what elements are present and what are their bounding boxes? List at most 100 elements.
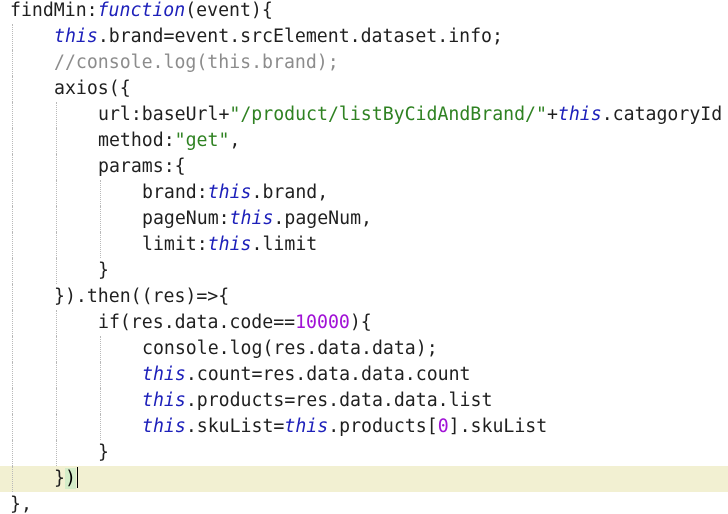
indent-guide: [12, 76, 14, 102]
indent-guide: [100, 336, 102, 362]
indent-guide: [12, 284, 14, 310]
code-text: this.products=res.data.data.list: [142, 388, 492, 414]
code-line[interactable]: params:{: [0, 154, 728, 180]
code-token: axios({: [54, 78, 131, 99]
code-token: 10000: [295, 312, 350, 333]
code-text: brand:this.brand,: [142, 180, 328, 206]
code-text: axios({: [54, 76, 131, 102]
code-line[interactable]: this.products=res.data.data.list: [0, 388, 728, 414]
code-line[interactable]: method:"get",: [0, 128, 728, 154]
indent-guide: [12, 258, 14, 284]
code-line[interactable]: url:baseUrl+"/product/listByCidAndBrand/…: [0, 102, 728, 128]
code-text: }: [98, 258, 109, 284]
code-token: .brand,: [251, 182, 329, 203]
code-token: :: [86, 0, 98, 21]
indent-guide: [56, 154, 58, 180]
indent-guide: [56, 336, 58, 362]
code-token: ){: [349, 312, 372, 333]
code-token: findMin: [10, 0, 87, 21]
code-line[interactable]: axios({: [0, 76, 728, 102]
code-token: limit:: [142, 234, 208, 255]
indent-guide: [12, 128, 14, 154]
code-token: "get": [174, 130, 230, 151]
code-text: //console.log(this.brand);: [54, 50, 339, 76]
code-token: .catagoryId: [601, 104, 723, 125]
code-text: limit:this.limit: [142, 232, 317, 258]
indent-guide: [12, 310, 14, 336]
code-line[interactable]: if(res.data.code==10000){: [0, 310, 728, 336]
code-token: function: [97, 0, 186, 21]
indent-guide: [12, 24, 14, 50]
code-line[interactable]: this.skuList=this.products[0].skuList: [0, 414, 728, 440]
code-line[interactable]: }: [0, 440, 728, 466]
code-text: params:{: [98, 154, 186, 180]
code-token: +: [546, 104, 558, 125]
indent-guide: [12, 154, 14, 180]
code-token: .products[: [328, 416, 438, 437]
indent-guide: [56, 180, 58, 206]
text-cursor: [76, 467, 78, 488]
code-text: }).then((res)=>{: [54, 284, 229, 310]
code-line[interactable]: pageNum:this.pageNum,: [0, 206, 728, 232]
code-token: this: [284, 416, 329, 437]
indent-guide: [12, 336, 14, 362]
code-line[interactable]: }): [0, 466, 728, 492]
code-token: this: [557, 104, 602, 125]
code-text: }): [54, 466, 78, 492]
code-line[interactable]: this.count=res.data.data.count: [0, 362, 728, 388]
code-token: }: [98, 442, 109, 463]
code-text: }: [98, 440, 109, 466]
code-text: findMin:function(event){: [10, 0, 273, 24]
code-token: pageNum:: [142, 208, 230, 229]
code-token: this: [142, 390, 186, 411]
code-line[interactable]: }: [0, 258, 728, 284]
indent-guide: [12, 232, 14, 258]
indent-guide: [56, 388, 58, 414]
code-token: }: [54, 468, 65, 489]
indent-guide: [100, 362, 102, 388]
indent-guide: [12, 466, 14, 492]
code-token: if(res.data.code==: [98, 312, 296, 333]
code-token: this: [207, 234, 252, 255]
code-token: (res)=>{: [141, 286, 230, 307]
indent-guide: [56, 206, 58, 232]
code-text: this.skuList=this.products[0].skuList: [142, 414, 547, 440]
indent-guide: [56, 232, 58, 258]
code-line[interactable]: brand:this.brand,: [0, 180, 728, 206]
indent-guide: [56, 102, 58, 128]
indent-guide: [12, 102, 14, 128]
code-text: url:baseUrl+"/product/listByCidAndBrand/…: [98, 102, 722, 128]
code-token: url:baseUrl+: [98, 104, 230, 125]
indent-guide: [100, 232, 102, 258]
indent-guide: [100, 180, 102, 206]
code-token: method:: [98, 130, 175, 151]
code-line[interactable]: this.brand=event.srcElement.dataset.info…: [0, 24, 728, 50]
code-token: },: [10, 494, 32, 514]
indent-guide: [12, 440, 14, 466]
code-token: "/product/listByCidAndBrand/": [229, 104, 547, 125]
code-line[interactable]: findMin:function(event){: [0, 0, 728, 24]
code-token: this: [142, 416, 186, 437]
code-token: this: [229, 208, 274, 229]
code-token: .count=res.data.data.count: [185, 364, 471, 385]
code-token: ): [64, 468, 76, 489]
code-text: console.log(res.data.data);: [142, 336, 438, 362]
indent-guide: [12, 414, 14, 440]
code-text: this.count=res.data.data.count: [142, 362, 471, 388]
code-token: console.log(res.data.data);: [142, 338, 438, 359]
code-line[interactable]: console.log(res.data.data);: [0, 336, 728, 362]
code-token: (event){: [185, 0, 273, 21]
code-token: .brand=event.srcElement.dataset.info;: [97, 26, 503, 47]
code-editor[interactable]: findMin:function(event){this.brand=event…: [0, 0, 728, 514]
indent-guide: [100, 206, 102, 232]
code-line[interactable]: limit:this.limit: [0, 232, 728, 258]
indent-guide: [56, 128, 58, 154]
code-text: this.brand=event.srcElement.dataset.info…: [54, 24, 503, 50]
code-line[interactable]: }).then((res)=>{: [0, 284, 728, 310]
indent-guide: [12, 206, 14, 232]
indent-guide: [56, 362, 58, 388]
code-line[interactable]: },: [0, 492, 728, 514]
code-line[interactable]: //console.log(this.brand);: [0, 50, 728, 76]
indent-guide: [100, 414, 102, 440]
code-token: 0: [437, 416, 449, 437]
